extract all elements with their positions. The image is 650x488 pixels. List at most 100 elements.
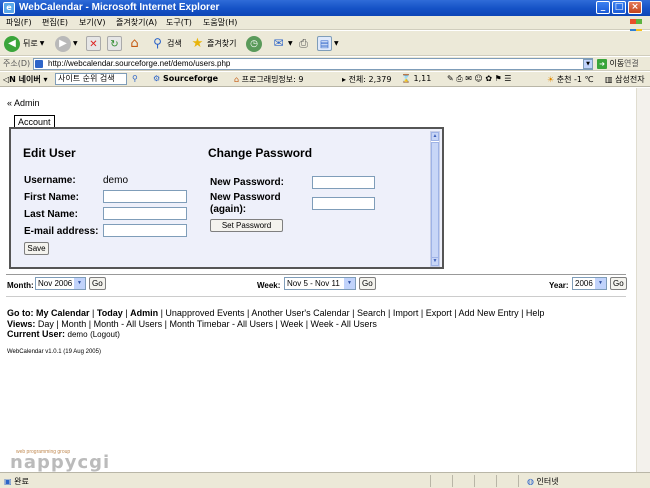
search-link[interactable]: Search (357, 308, 386, 318)
search-icon: ⚲ (153, 36, 162, 50)
samsung-label: 삼성전자 (615, 75, 645, 84)
samsung-stock[interactable]: ▥ 삼성전자 (605, 74, 645, 85)
month-select[interactable]: Nov 2006 ▼ (35, 277, 86, 290)
panel-scrollbar[interactable]: ▲ ▼ (430, 131, 440, 267)
zone-label: 인터넷 (536, 477, 559, 486)
program-info-label: 프로그래밍정보: 9 (241, 75, 304, 84)
month-go-button[interactable]: Go (89, 277, 106, 290)
page-scrollbar[interactable] (636, 88, 650, 472)
status-separator (430, 475, 431, 487)
chevron-down-icon: ▼ (344, 278, 355, 289)
home-small-icon: ⌂ (234, 75, 240, 84)
week-select[interactable]: Nov 5 - Nov 11 ▼ (284, 277, 356, 290)
menu-view[interactable]: 보기(V) (79, 17, 105, 28)
view-week-link[interactable]: Week (280, 319, 303, 329)
another-users-calendar-link[interactable]: Another User's Calendar (251, 308, 349, 318)
view-month-timebar-link[interactable]: Month Timebar - All Users (169, 319, 273, 329)
go-arrow-icon: ➜ (597, 59, 607, 69)
scroll-down-icon[interactable]: ▼ (431, 257, 439, 266)
weather-sun-icon: ☀ (547, 75, 555, 84)
email-input[interactable] (103, 224, 187, 237)
title-bar: e WebCalendar - Microsoft Internet Explo… (0, 0, 650, 16)
my-calendar-link[interactable]: My Calendar (36, 308, 90, 318)
weather-label: 춘천 -1 ℃ (556, 75, 594, 84)
add-new-entry-link[interactable]: Add New Entry (459, 308, 519, 318)
status-text: ▣ 완료 (4, 476, 29, 487)
menu-favorites[interactable]: 즐겨찾기(A) (116, 17, 157, 28)
edit-user-heading: Edit User (23, 146, 76, 160)
home-button[interactable]: ⌂ (127, 34, 142, 53)
new-password-input[interactable] (312, 176, 375, 189)
sourceforge-link[interactable]: ⚙ Sourceforge (153, 74, 218, 83)
view-week-all-users-link[interactable]: Week - All Users (311, 319, 377, 329)
import-link[interactable]: Import (393, 308, 419, 318)
week-go-button[interactable]: Go (359, 277, 376, 290)
menu-help[interactable]: 도움말(H) (203, 17, 237, 28)
first-name-input[interactable] (103, 190, 187, 203)
dropdown-caret-icon: ▼ (73, 40, 78, 47)
maximize-button[interactable]: □ (612, 1, 626, 14)
year-label: Year: (549, 281, 569, 290)
mail-icon: ✉ (273, 36, 284, 50)
export-link[interactable]: Export (426, 308, 452, 318)
logout-link[interactable]: (Logout) (90, 330, 120, 339)
minimize-button[interactable]: _ (596, 1, 610, 14)
edit-button[interactable]: ▤ ▼ (317, 34, 339, 53)
admin-link[interactable]: Admin (130, 308, 158, 318)
today-link[interactable]: Today (97, 308, 123, 318)
star-icon: ★ (191, 36, 204, 51)
links-label[interactable]: 연결 (624, 58, 639, 69)
set-password-button[interactable]: Set Password (210, 219, 283, 232)
scroll-up-icon[interactable]: ▲ (431, 132, 439, 141)
history-icon: ◷ (246, 35, 262, 52)
save-button[interactable]: Save (24, 242, 49, 255)
weather[interactable]: ☀ 춘천 -1 ℃ (547, 74, 594, 85)
last-name-input[interactable] (103, 207, 187, 220)
naver-toolbar: ◁N 네이버 ▾ 사이트 순위 검색 ⚲ ⚙ Sourceforge ⌂ 프로그… (0, 72, 650, 87)
new-password-again-input[interactable] (312, 197, 375, 210)
refresh-button[interactable]: ↻ (107, 34, 122, 53)
help-link[interactable]: Help (526, 308, 545, 318)
close-button[interactable]: × (628, 1, 642, 14)
views-line: Views: Day | Month | Month - All Users |… (7, 319, 377, 329)
menu-edit[interactable]: 편집(E) (42, 17, 68, 28)
ie-icon: e (3, 2, 15, 14)
search-button[interactable]: ⚲ 검색 (150, 34, 182, 53)
menu-file[interactable]: 파일(F) (6, 17, 32, 28)
year-select[interactable]: 2006 ▼ (572, 277, 607, 290)
view-day-link[interactable]: Day (38, 319, 54, 329)
month-select-value: Nov 2006 (38, 279, 73, 288)
view-month-all-users-link[interactable]: Month - All Users (94, 319, 163, 329)
internet-globe-icon: ◍ (527, 477, 534, 486)
stop-button[interactable]: ✕ (86, 34, 101, 53)
mail-button[interactable]: ✉ ▼ (271, 34, 292, 53)
unapproved-events-link[interactable]: Unapproved Events (165, 308, 244, 318)
favorites-label: 즐겨찾기 (207, 39, 237, 48)
current-user-line: Current User: demo (Logout) (7, 329, 120, 339)
menu-tools[interactable]: 도구(T) (166, 17, 192, 28)
chevron-down-icon: ▼ (595, 278, 606, 289)
refresh-icon: ↻ (107, 36, 122, 51)
page-done-icon: ▣ (4, 477, 12, 486)
address-label: 주소(D) (3, 59, 31, 68)
go-button[interactable]: ➜ 이동 (597, 58, 624, 69)
history-button[interactable]: ◷ (246, 34, 262, 53)
print-button[interactable]: ⎙ (296, 34, 311, 53)
address-input[interactable]: http://webcalendar.sourceforge.net/demo/… (33, 58, 593, 70)
scroll-thumb[interactable] (431, 142, 439, 258)
favorites-button[interactable]: ★ 즐겨찾기 (190, 34, 237, 53)
view-month-link[interactable]: Month (61, 319, 86, 329)
back-button[interactable]: ◀ 뒤로 ▼ (4, 34, 44, 53)
naver-logo-icon[interactable]: ◁N 네이버 ▾ (3, 74, 48, 85)
admin-back-link[interactable]: « Admin (7, 98, 40, 108)
forward-button[interactable]: ▶ ▼ (55, 34, 78, 53)
address-dropdown-icon[interactable]: ▼ (583, 59, 593, 69)
toolbar: ◀ 뒤로 ▼ ▶ ▼ ✕ ↻ ⌂ ⚲ 검색 ★ 즐겨찾기 ◷ ✉ ▼ ⎙ ▤ ▼ (0, 31, 650, 56)
naver-tool-icons[interactable]: ✎ ⎙ ✉ ☺ ✿ ⚑ ☰ (447, 74, 511, 84)
go-label: 이동 (609, 59, 625, 68)
year-go-button[interactable]: Go (610, 277, 627, 290)
divider-bottom (6, 296, 626, 297)
naver-search-icon[interactable]: ⚲ (132, 74, 138, 83)
program-info[interactable]: ⌂ 프로그래밍정보: 9 (234, 74, 303, 85)
naver-search-input[interactable]: 사이트 순위 검색 (55, 73, 127, 85)
